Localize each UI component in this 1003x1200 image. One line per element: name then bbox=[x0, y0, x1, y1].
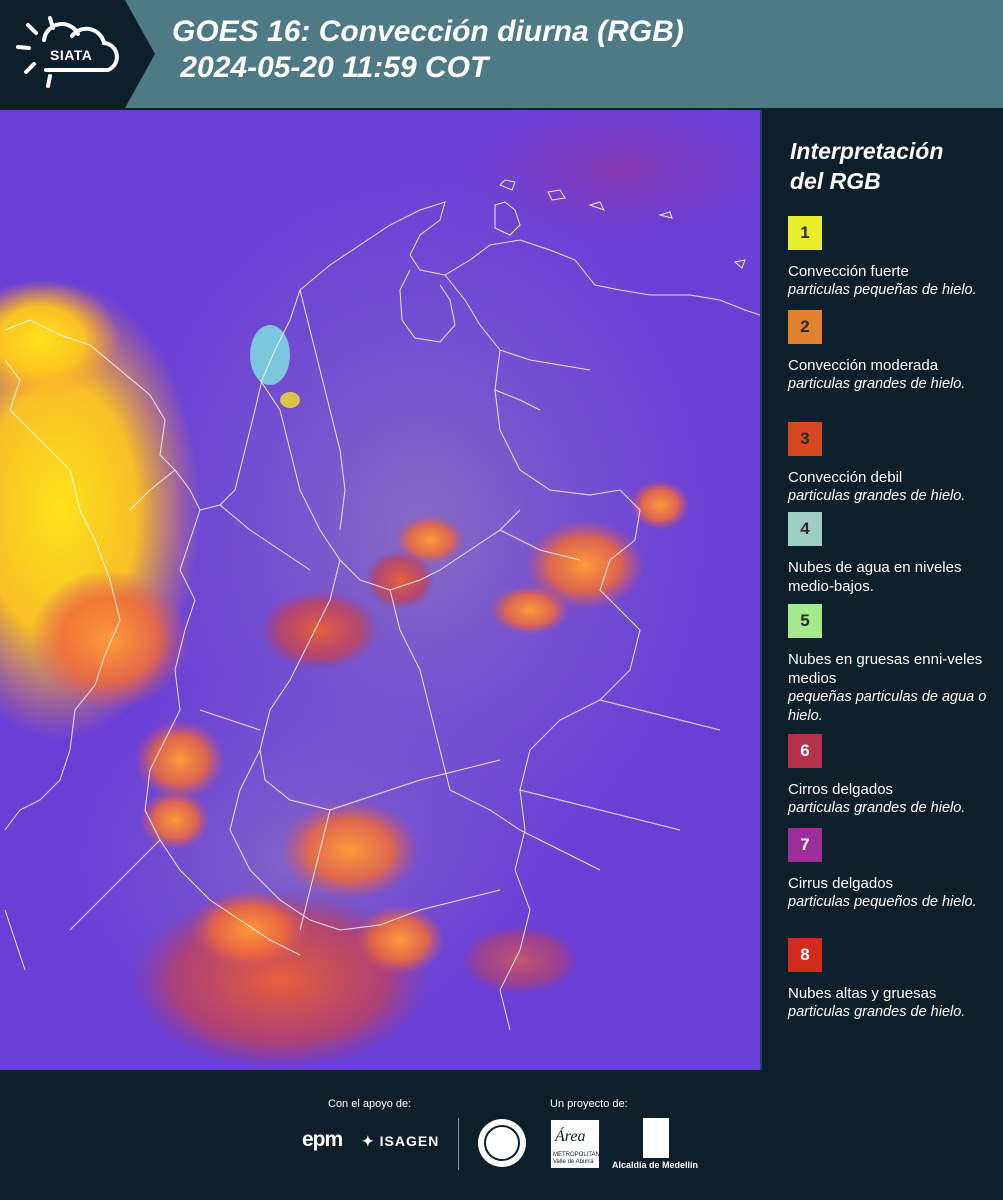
legend-title-line1: Interpretación bbox=[790, 138, 944, 164]
epm-logo[interactable]: epm bbox=[302, 1128, 343, 1152]
legend-item-1: 1 Convección fuerte particulas pequeñas … bbox=[788, 216, 998, 300]
isagen-text: ISAGEN bbox=[379, 1133, 440, 1149]
header-bar: SIATA GOES 16: Convección diurna (RGB) 2… bbox=[0, 0, 1003, 108]
alcaldia-crest-icon[interactable] bbox=[643, 1118, 669, 1158]
legend-label: Nubes de agua en niveles medio-bajos. bbox=[788, 559, 962, 595]
legend-title: Interpretación del RGB bbox=[790, 136, 990, 196]
legend-swatch: 5 bbox=[788, 604, 822, 638]
area-logo-subtext: METROPOLITANA Valle de Aburrá bbox=[553, 1152, 604, 1165]
logo-text: SIATA bbox=[50, 47, 93, 63]
legend-desc: particulas pequeñas de hielo. bbox=[788, 282, 977, 298]
legend-swatch: 4 bbox=[788, 512, 822, 546]
footer-bar: Con el apoyo de: Un proyecto de: epm ✦ I… bbox=[0, 1070, 1003, 1200]
legend-desc: particulas pequeños de hielo. bbox=[788, 894, 977, 910]
legend-label: Nubes altas y gruesas bbox=[788, 985, 937, 1002]
legend-swatch: 1 bbox=[788, 216, 822, 250]
project-label: Un proyecto de: bbox=[550, 1098, 628, 1110]
area-logo-text: Área bbox=[555, 1128, 586, 1145]
support-label: Con el apoyo de: bbox=[328, 1098, 412, 1110]
legend-swatch: 7 bbox=[788, 828, 822, 862]
footer-divider bbox=[458, 1118, 459, 1170]
legend-desc: particulas grandes de hielo. bbox=[788, 376, 966, 392]
legend-panel: Interpretación del RGB 1 Convección fuer… bbox=[762, 110, 1003, 1070]
legend-item-4: 4 Nubes de agua en niveles medio-bajos. bbox=[788, 512, 998, 596]
legend-label: Nubes en gruesas enni-veles medios bbox=[788, 651, 983, 687]
legend-item-8: 8 Nubes altas y gruesas particulas grand… bbox=[788, 938, 998, 1022]
medellin-seal-icon[interactable] bbox=[478, 1119, 526, 1167]
alcaldia-label: Alcaldía de Medellín bbox=[612, 1160, 699, 1170]
legend-swatch: 3 bbox=[788, 422, 822, 456]
legend-item-3: 3 Convección debil particulas grandes de… bbox=[788, 422, 998, 506]
siata-logo[interactable]: SIATA bbox=[0, 0, 155, 108]
legend-label: Cirrus delgados bbox=[788, 875, 894, 892]
seal-ring bbox=[484, 1125, 520, 1161]
legend-label: Cirros delgados bbox=[788, 781, 894, 798]
title-product: GOES 16: Convección diurna (RGB) bbox=[172, 15, 684, 48]
satellite-map-icon bbox=[0, 110, 760, 1070]
legend-desc: pequeñas particulas de agua o hielo. bbox=[788, 689, 987, 724]
legend-label: Convección debil bbox=[788, 469, 903, 486]
legend-title-line2: del RGB bbox=[790, 168, 881, 194]
legend-label: Convección fuerte bbox=[788, 263, 909, 280]
legend-item-2: 2 Convección moderada particulas grandes… bbox=[788, 310, 998, 394]
legend-item-7: 7 Cirrus delgados particulas pequeños de… bbox=[788, 828, 998, 912]
legend-swatch: 8 bbox=[788, 938, 822, 972]
legend-desc: particulas grandes de hielo. bbox=[788, 488, 966, 504]
area-metropolitana-logo[interactable]: Área METROPOLITANA Valle de Aburrá bbox=[551, 1120, 604, 1168]
page-title: GOES 16: Convección diurna (RGB) 2024-05… bbox=[172, 14, 684, 86]
legend-swatch: 6 bbox=[788, 734, 822, 768]
satellite-map[interactable] bbox=[0, 110, 762, 1070]
legend-desc: particulas grandes de hielo. bbox=[788, 800, 966, 816]
title-datetime: 2024-05-20 11:59 COT bbox=[172, 51, 489, 84]
legend-swatch: 2 bbox=[788, 310, 822, 344]
isagen-logo[interactable]: ✦ ISAGEN bbox=[362, 1133, 439, 1150]
legend-label: Convección moderada bbox=[788, 357, 939, 374]
legend-desc: particulas grandes de hielo. bbox=[788, 1004, 966, 1020]
legend-item-6: 6 Cirros delgados particulas grandes de … bbox=[788, 734, 998, 818]
legend-item-5: 5 Nubes en gruesas enni-veles medios peq… bbox=[788, 604, 998, 726]
